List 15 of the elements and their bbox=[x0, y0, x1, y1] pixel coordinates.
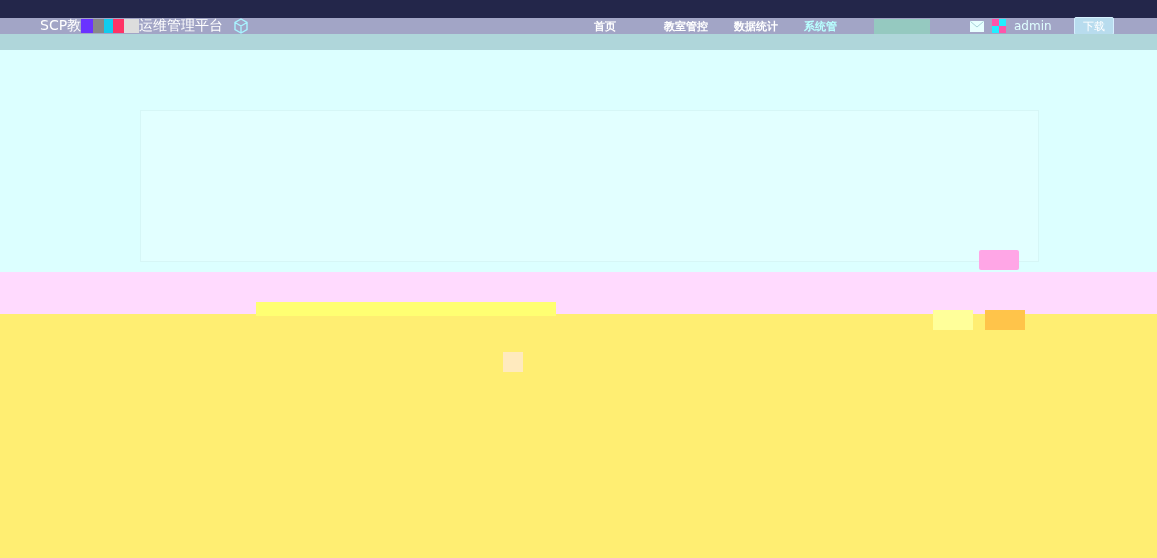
nav-tab[interactable]: 教室管控 bbox=[650, 18, 720, 34]
mail-icon[interactable] bbox=[970, 20, 984, 32]
action-button[interactable] bbox=[979, 250, 1019, 270]
app-title: 运维管理平台 bbox=[139, 17, 224, 35]
user-name: admin bbox=[1014, 19, 1052, 33]
avatar-icon[interactable] bbox=[992, 19, 1006, 33]
action-button[interactable] bbox=[933, 310, 973, 330]
app-title: SCP教 bbox=[40, 17, 82, 35]
nav-tab[interactable]: 数据统计 bbox=[720, 18, 790, 34]
page-button[interactable] bbox=[503, 352, 523, 372]
action-button[interactable] bbox=[985, 310, 1025, 330]
cube-icon bbox=[233, 18, 250, 34]
glitch-block bbox=[81, 19, 140, 33]
download-button[interactable]: 下载 bbox=[1073, 17, 1114, 35]
nav-tab[interactable]: 首页 bbox=[580, 18, 650, 34]
